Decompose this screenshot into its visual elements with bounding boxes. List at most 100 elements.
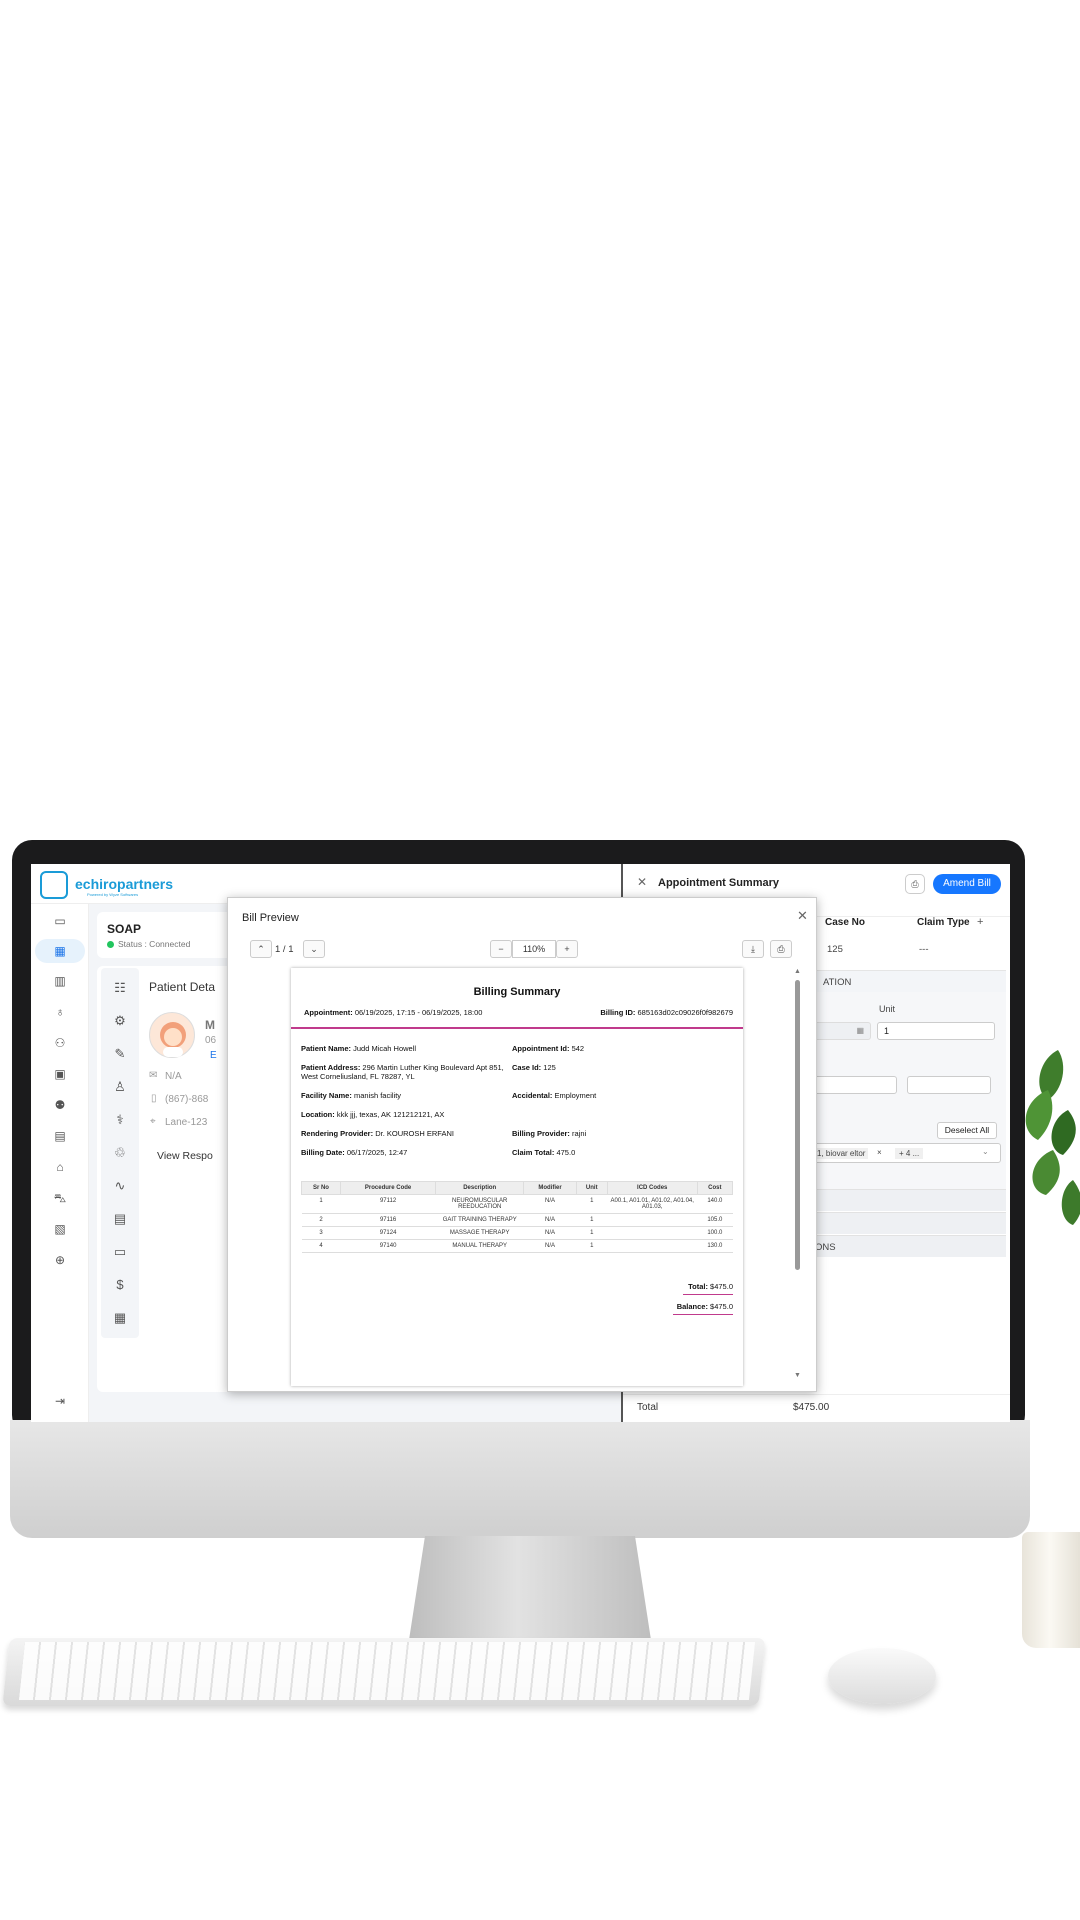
date-field[interactable]: ▦: [811, 1022, 871, 1040]
left-sidebar: ▭ ▦ ▥ ♁ ⚇ ▣ ⚉ ▤ ⌂ ⛍ ▧ ⊕ ⇥: [31, 904, 89, 1422]
download-icon[interactable]: ⤓: [742, 940, 764, 958]
nav-search-icon[interactable]: ⊕: [51, 1253, 69, 1267]
column-header: Procedure Code: [339, 1181, 437, 1195]
scroll-thumb[interactable]: [795, 980, 800, 1270]
table-row: 2 97116 GAIT TRAINING THERAPY N/A 1 105.0: [301, 1213, 733, 1227]
print-icon[interactable]: ⎙: [770, 940, 792, 958]
zoom-in-button[interactable]: +: [556, 940, 578, 958]
zoom-level[interactable]: 110%: [512, 940, 556, 958]
nav-dashboard-icon[interactable]: ▭: [51, 914, 69, 928]
table-cell: N/A: [523, 1194, 577, 1214]
nav-contacts-icon[interactable]: ▣: [51, 1067, 69, 1081]
nav-settings-icon[interactable]: ▧: [51, 1222, 69, 1236]
close-icon[interactable]: ✕: [797, 908, 808, 924]
collapse-sidebar-icon[interactable]: ⇥: [51, 1394, 69, 1408]
column-header: Description: [435, 1181, 525, 1195]
scroll-down-icon[interactable]: ▼: [794, 1372, 801, 1379]
patient-link[interactable]: E: [210, 1050, 217, 1061]
tag-remove-icon[interactable]: ×: [877, 1148, 882, 1157]
location-section-header[interactable]: ATION: [811, 970, 1006, 992]
field-b[interactable]: [907, 1076, 991, 1094]
nav-car-icon[interactable]: ⛍: [51, 1191, 69, 1205]
column-header: ICD Codes: [606, 1181, 698, 1195]
patient-address: Lane-123: [165, 1117, 208, 1128]
billing-id-line: Billing ID: 685163d02c09026f0f982679: [600, 1008, 733, 1017]
dollar-icon[interactable]: $: [110, 1277, 130, 1292]
section-row-1[interactable]: [811, 1189, 1006, 1211]
gear-icon[interactable]: ⚙: [110, 1013, 130, 1029]
options-section-header[interactable]: ONS: [811, 1235, 1006, 1257]
vitals-icon[interactable]: ∿: [110, 1178, 130, 1194]
nav-users-icon[interactable]: ⚉: [51, 1098, 69, 1112]
billing-id-label: Billing ID:: [600, 1008, 636, 1017]
section-row-2[interactable]: [811, 1212, 1006, 1234]
table-cell: 97140: [340, 1239, 436, 1253]
table-cell: N/A: [523, 1239, 577, 1253]
table-cell: 1: [301, 1194, 341, 1214]
nav-team-icon[interactable]: ⚇: [51, 1036, 69, 1050]
table-cell: 2: [301, 1213, 341, 1227]
col-claim-type: Claim Type: [917, 917, 970, 928]
balance-line: Balance: $475.0: [677, 1302, 733, 1311]
user-icon[interactable]: ♙: [110, 1079, 130, 1095]
nav-bank-icon[interactable]: ⌂: [51, 1160, 69, 1174]
modal-title: Bill Preview: [242, 912, 299, 924]
table-cell: A00.1, A01.01, A01.02, A01.04, A01.03,: [607, 1194, 698, 1214]
patient-avatar: [149, 1012, 195, 1058]
prev-page-button[interactable]: ⌃: [250, 940, 272, 958]
zoom-out-button[interactable]: −: [490, 940, 512, 958]
brand-name: echiropartners: [75, 876, 174, 892]
deselect-all-button[interactable]: Deselect All: [937, 1122, 997, 1139]
field-a[interactable]: [813, 1076, 897, 1094]
mouse: [828, 1648, 936, 1704]
nav-reports-icon[interactable]: ▥: [51, 974, 69, 988]
table-row: 3 97124 MASSAGE THERAPY N/A 1 100.0: [301, 1226, 733, 1240]
plant-leaves: [1018, 1030, 1080, 1240]
pdf-icon[interactable]: ⎙: [905, 874, 925, 894]
notes-icon[interactable]: ▤: [110, 1211, 130, 1227]
monitor-chin: [10, 1420, 1030, 1538]
diagnosis-select[interactable]: 1, biovar eltor × + 4 ... ⌄: [811, 1143, 1001, 1163]
preview-scrollbar[interactable]: ▲ ▼: [793, 968, 801, 1386]
more-tags-badge: + 4 ...: [895, 1148, 924, 1159]
pen-icon[interactable]: ✎: [110, 1046, 130, 1062]
billing-provider-field: Billing Provider: rajni: [512, 1129, 587, 1138]
accidental-field: Accidental: Employment: [512, 1091, 597, 1100]
panel-title: Appointment Summary: [658, 877, 780, 889]
patient-address-field: Patient Address: 296 Martin Luther King …: [301, 1063, 504, 1081]
nav-calendar-icon[interactable]: ▦: [35, 939, 85, 963]
profile-card-icon[interactable]: ☷: [110, 980, 130, 996]
connection-status: Status : Connected: [118, 939, 191, 949]
document-icon[interactable]: ▦: [110, 1310, 130, 1326]
nav-building-icon[interactable]: ▤: [51, 1129, 69, 1143]
location-section-label: ATION: [823, 977, 852, 988]
table-cell: 4: [301, 1239, 341, 1253]
close-icon[interactable]: ✕: [637, 875, 647, 889]
patient-dob: 06: [205, 1035, 217, 1046]
add-claim-icon[interactable]: +: [977, 916, 983, 928]
table-body: 1 97112 NEUROMUSCULAR REEDUCATION N/A 1 A00.1…: [301, 1194, 733, 1253]
next-page-button[interactable]: ⌄: [303, 940, 325, 958]
col-case-no: Case No: [825, 917, 866, 928]
page: { "app": {"brand": "echiropartners", "br…: [0, 0, 1080, 1920]
nav-stethoscope-icon[interactable]: ♁: [51, 1005, 69, 1019]
scroll-up-icon[interactable]: ▲: [794, 968, 801, 975]
calendar-icon: ▦: [856, 1026, 864, 1035]
patient-name: M: [205, 1018, 215, 1032]
folder-icon[interactable]: ▭: [110, 1244, 130, 1260]
table-cell: 105.0: [697, 1213, 733, 1227]
table-cell: MANUAL THERAPY: [435, 1239, 524, 1253]
care-icon[interactable]: ♲: [110, 1145, 130, 1161]
patient-details-title: Patient Deta: [149, 980, 216, 994]
unit-input[interactable]: 1: [877, 1022, 995, 1040]
appointment-id-field: Appointment Id: 542: [512, 1044, 585, 1053]
column-header: Sr No: [301, 1181, 341, 1195]
soap-card: SOAP Status : Connected: [97, 912, 237, 958]
billing-summary-heading: Billing Summary: [473, 986, 561, 998]
amend-bill-button[interactable]: Amend Bill: [933, 874, 1001, 894]
divider: [623, 1394, 1010, 1395]
view-response-link[interactable]: View Respo: [157, 1150, 213, 1162]
mail-icon: ✉: [149, 1070, 158, 1081]
pills-icon[interactable]: ⚕: [110, 1112, 130, 1128]
table-cell: GAIT TRAINING THERAPY: [435, 1213, 524, 1227]
